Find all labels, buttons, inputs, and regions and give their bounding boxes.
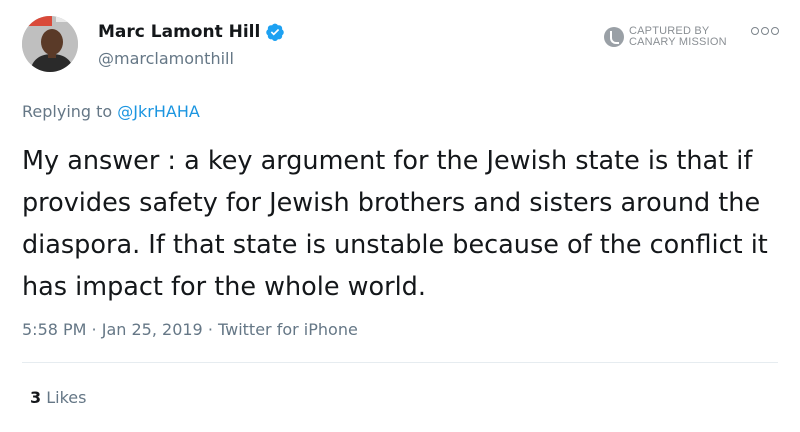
tweet-source[interactable]: Twitter for iPhone [218,320,358,339]
divider [22,362,778,363]
tweet-card: Marc Lamont Hill @marclamonthill CAPTURE… [0,0,800,432]
watermark-line-2: CANARY MISSION [629,36,727,48]
tweet-date[interactable]: Jan 25, 2019 [102,320,203,339]
likes-stat[interactable]: 3 Likes [30,388,86,407]
tweet-meta: 5:58 PM · Jan 25, 2019 · Twitter for iPh… [22,320,358,339]
canary-mission-watermark: CAPTURED BY CANARY MISSION [604,26,727,48]
avatar[interactable] [22,16,78,72]
display-name[interactable]: Marc Lamont Hill [98,22,260,42]
profile-photo-icon [22,16,78,72]
likes-count: 3 [30,388,42,407]
author-name-row[interactable]: Marc Lamont Hill [98,22,285,42]
tweet-time[interactable]: 5:58 PM [22,320,86,339]
reply-prefix: Replying to [22,102,118,121]
meta-separator: · [202,320,218,339]
verified-badge-icon [266,23,285,41]
meta-separator: · [86,320,102,339]
canary-mission-logo-icon [604,27,624,47]
reply-context: Replying to @JkrHAHA [22,102,200,121]
watermark-text: CAPTURED BY CANARY MISSION [629,26,727,48]
reply-mention-link[interactable]: @JkrHAHA [117,102,200,121]
likes-label: Likes [41,388,87,407]
tweet-text: My answer : a key argument for the Jewis… [22,146,768,302]
author-handle[interactable]: @marclamonthill [98,49,234,68]
more-options-icon[interactable] [751,27,779,35]
